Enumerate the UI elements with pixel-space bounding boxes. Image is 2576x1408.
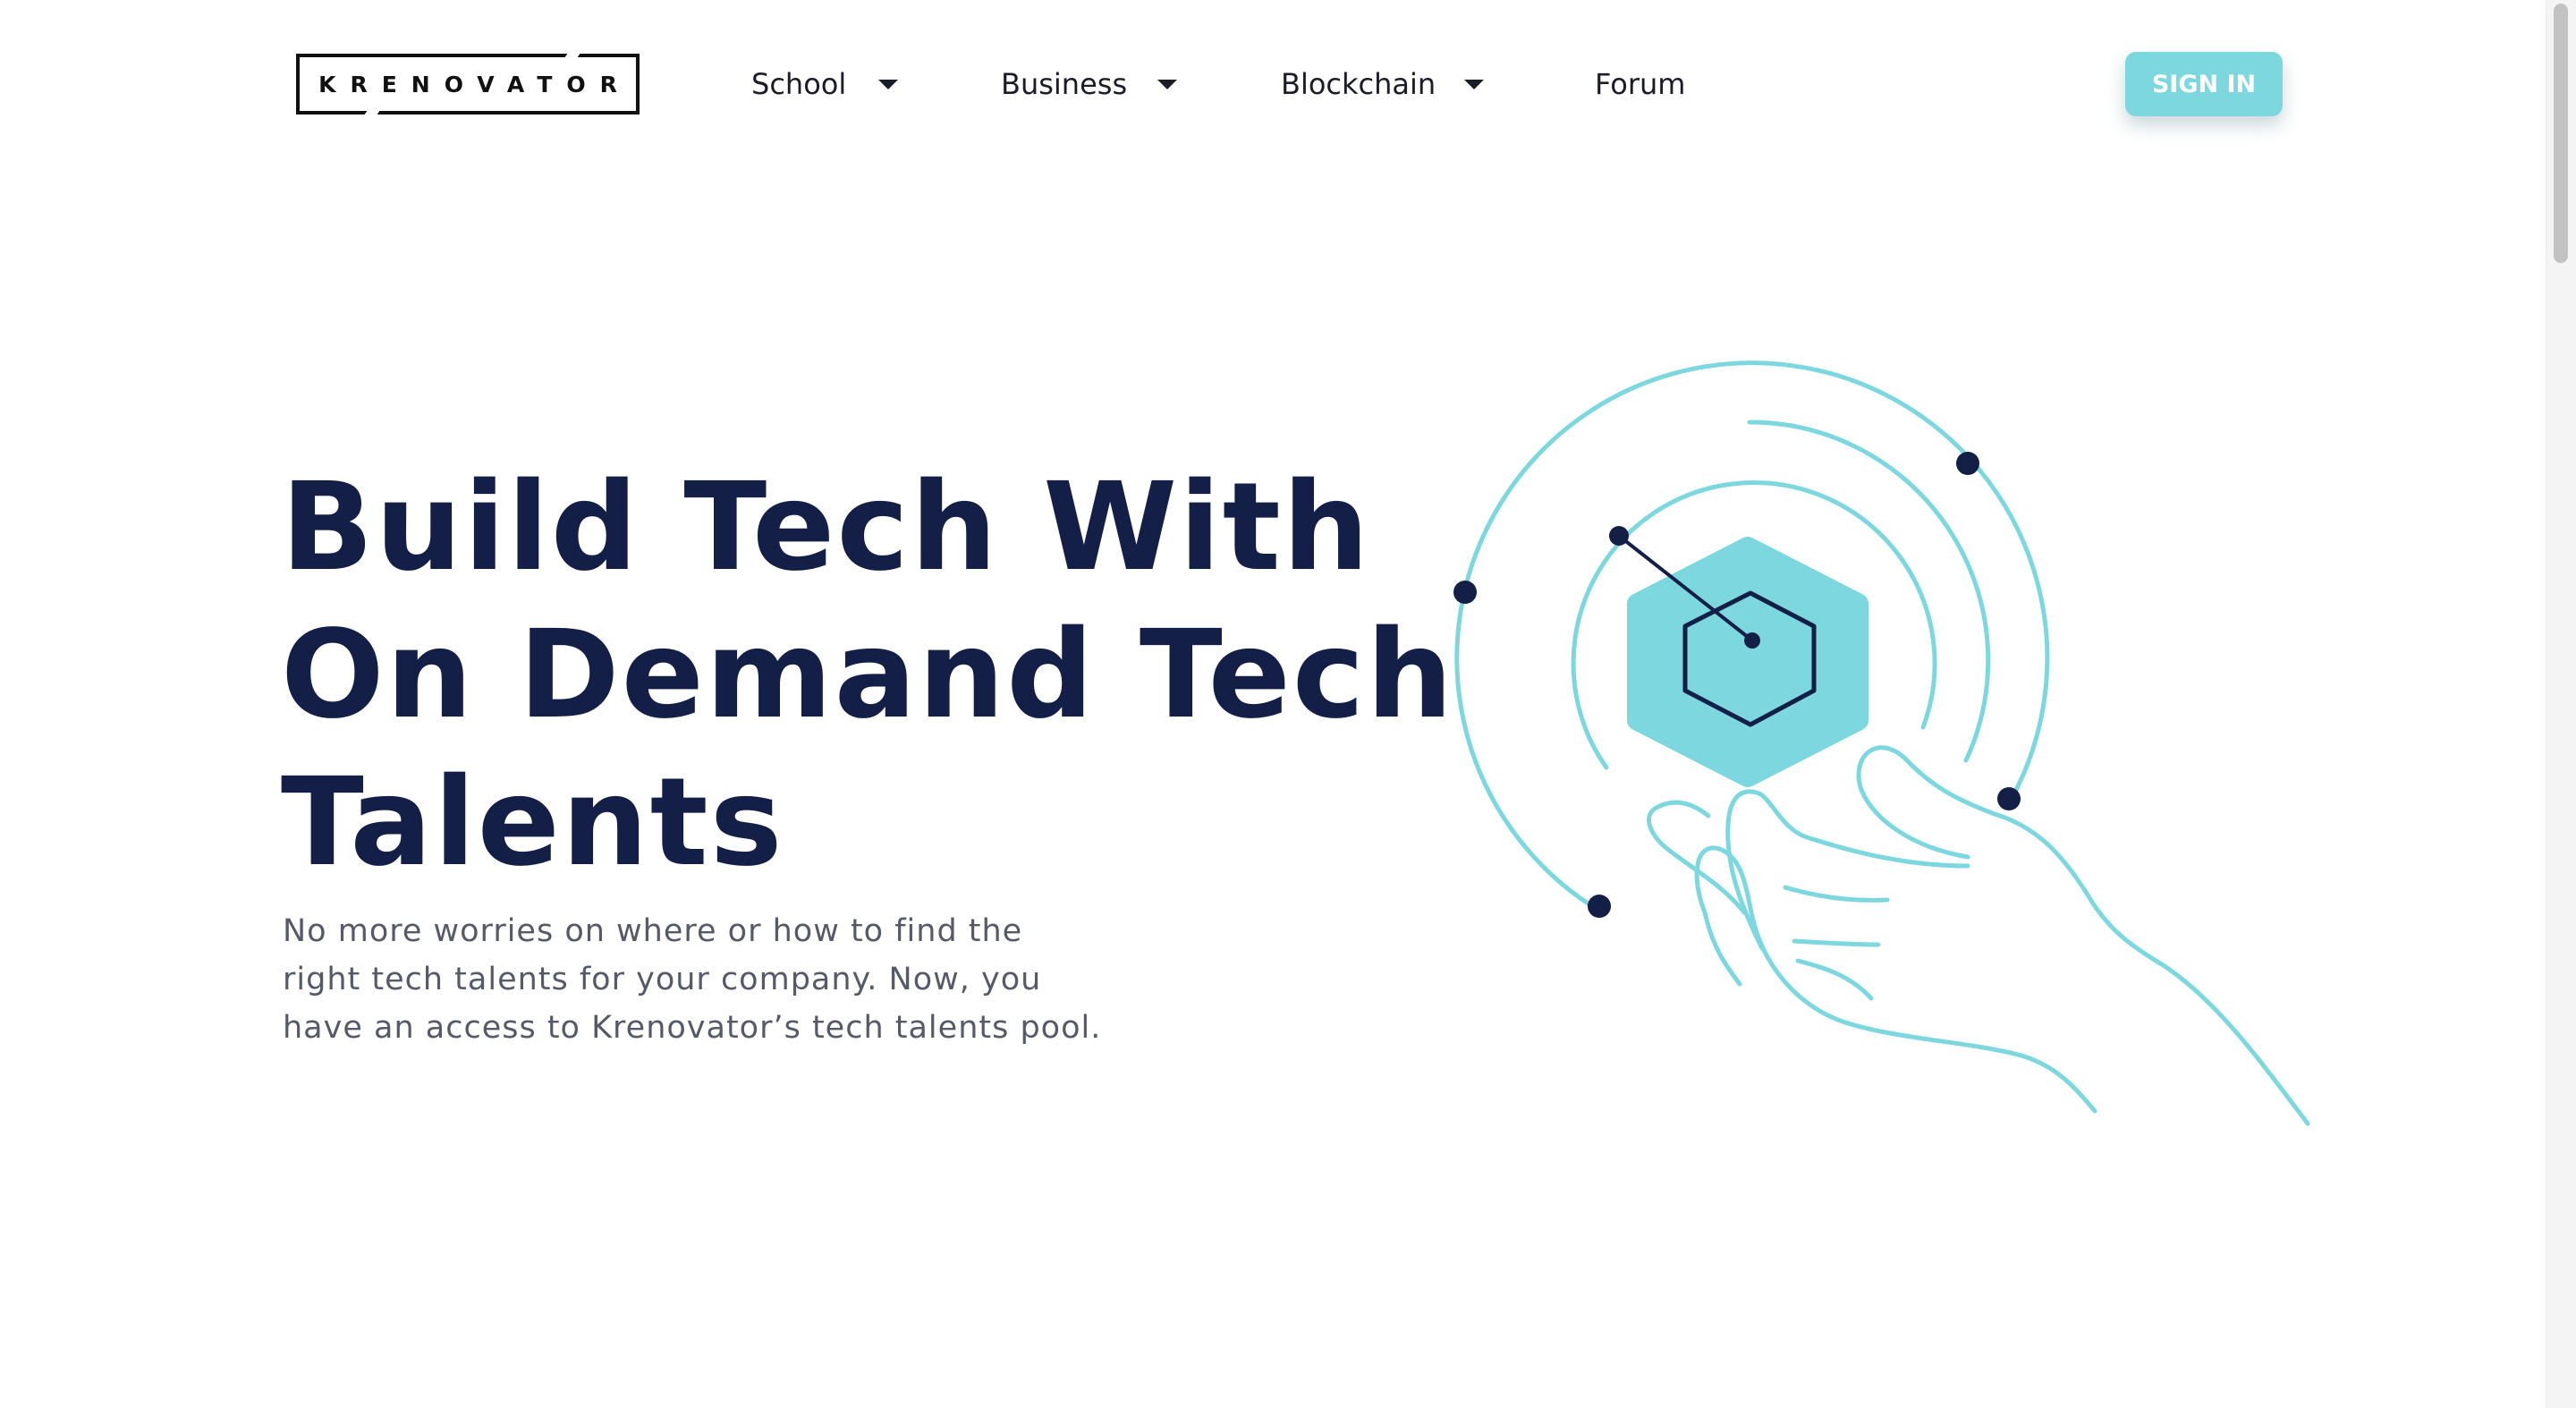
hand-index-finger bbox=[1725, 789, 1970, 951]
logo-text: KRENOVATOR bbox=[318, 71, 631, 98]
nav-label: Blockchain bbox=[1281, 67, 1436, 101]
hand-thumb bbox=[1856, 745, 2310, 1126]
hand-finger-crease bbox=[1783, 885, 1890, 903]
orbit-dot bbox=[1453, 581, 1477, 604]
hero-title-line: On Demand Tech bbox=[281, 605, 1455, 746]
hero-subtitle-line: right tech talents for your company. Now… bbox=[283, 962, 1042, 997]
hero-title: Build Tech With On Demand Tech Talents bbox=[281, 454, 1479, 897]
nav-label: Forum bbox=[1595, 67, 1686, 101]
nav-item-school[interactable]: School bbox=[751, 59, 899, 109]
orbit-dot bbox=[1588, 895, 1611, 918]
orbit-dot bbox=[1997, 787, 2021, 810]
nav-item-forum[interactable]: Forum bbox=[1595, 59, 1685, 109]
nav-item-blockchain[interactable]: Blockchain bbox=[1281, 59, 1485, 109]
caret-down-icon[interactable] bbox=[878, 79, 899, 89]
hexagon-center-dot bbox=[1744, 632, 1760, 649]
nav-item-business[interactable]: Business bbox=[1001, 59, 1178, 109]
hand-outline bbox=[1647, 745, 2310, 1126]
hand-finger-crease bbox=[1792, 938, 1881, 947]
hero-subtitle-line: have an access to Krenovator’s tech tale… bbox=[283, 1010, 1102, 1046]
page-scrollbar[interactable] bbox=[2546, 0, 2576, 1408]
nav-label: School bbox=[751, 67, 847, 101]
caret-down-icon[interactable] bbox=[1157, 79, 1178, 89]
sign-in-button[interactable]: SIGN IN bbox=[2125, 52, 2283, 116]
hand-holding-hexagon-illustration bbox=[1453, 360, 2310, 1126]
orbit-dot bbox=[1609, 526, 1629, 546]
hero-title-line: Talents bbox=[281, 752, 784, 894]
nav-label: Business bbox=[1001, 67, 1128, 101]
hero-subtitle: No more worries on where or how to find … bbox=[283, 907, 1141, 1052]
hand-palm bbox=[1694, 845, 2097, 1114]
orbit-dot bbox=[1956, 452, 1979, 475]
caret-down-icon[interactable] bbox=[1464, 79, 1485, 89]
logo-slash-mark bbox=[363, 110, 381, 115]
hero-title-line: Build Tech With bbox=[281, 457, 1371, 598]
logo-slash-mark bbox=[564, 53, 581, 58]
krenovator-logo[interactable]: KRENOVATOR bbox=[296, 53, 640, 115]
hexagon-shape bbox=[1627, 537, 1868, 787]
page: KRENOVATOR School Business Blockchain Fo… bbox=[0, 0, 2576, 1408]
hero-subtitle-line: No more worries on where or how to find … bbox=[283, 913, 1023, 949]
hand-finger-crease bbox=[1795, 958, 1874, 1001]
scrollbar-thumb[interactable] bbox=[2554, 4, 2568, 263]
